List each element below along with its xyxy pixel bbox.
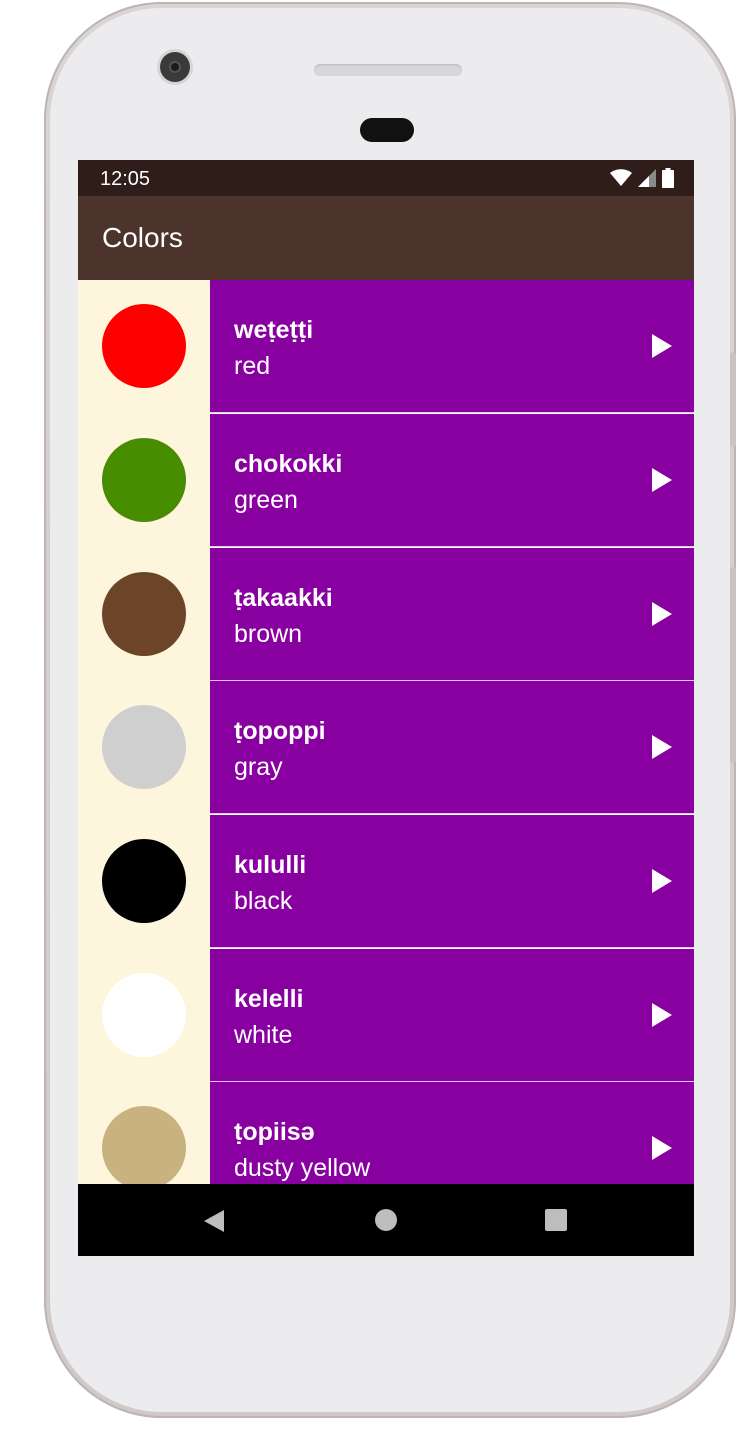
page-title: Colors xyxy=(102,222,183,253)
play-icon[interactable] xyxy=(652,1136,672,1160)
word-label: weṭeṭṭi xyxy=(234,316,314,344)
translation-label: green xyxy=(234,486,298,514)
text-cell: weṭeṭṭi red xyxy=(210,280,694,413)
text-cell: chokokki green xyxy=(210,414,694,547)
list-item[interactable]: ṭopoppi gray xyxy=(78,681,694,815)
word-label: ṭopiisə xyxy=(234,1118,315,1146)
play-icon[interactable] xyxy=(652,602,672,626)
list-item[interactable]: weṭeṭṭi red xyxy=(78,280,694,414)
translation-label: black xyxy=(234,887,293,915)
status-time: 12:05 xyxy=(100,168,151,190)
earpiece-speaker xyxy=(314,64,462,76)
app-bar: Colors xyxy=(78,196,694,280)
translation-label: gray xyxy=(234,753,283,781)
translation-label: white xyxy=(234,1021,293,1049)
translation-label: red xyxy=(234,352,271,380)
list-item[interactable]: ṭakaakki brown xyxy=(78,548,694,682)
status-bar: 12:05 xyxy=(78,160,694,196)
status-icons xyxy=(610,168,674,188)
swatch-cell xyxy=(78,280,210,414)
home-icon[interactable] xyxy=(375,1209,397,1231)
list-item[interactable]: ṭopiisə dusty yellow xyxy=(78,1082,694,1184)
wifi-icon xyxy=(610,169,632,186)
play-icon[interactable] xyxy=(652,1003,672,1027)
swatch-cell xyxy=(78,681,210,815)
front-camera xyxy=(160,52,190,82)
play-icon[interactable] xyxy=(652,869,672,893)
text-cell: ṭopiisə dusty yellow xyxy=(210,1082,694,1184)
list-item[interactable]: kelelli white xyxy=(78,949,694,1083)
color-swatch xyxy=(102,438,186,522)
play-icon[interactable] xyxy=(652,334,672,358)
power-button xyxy=(730,567,736,763)
color-swatch xyxy=(102,1106,186,1184)
swatch-cell xyxy=(78,414,210,548)
text-cell: kululli black xyxy=(210,815,694,948)
volume-button xyxy=(730,352,736,447)
back-icon[interactable] xyxy=(204,1210,224,1232)
battery-icon xyxy=(662,168,674,188)
text-cell: ṭopoppi gray xyxy=(210,681,694,814)
screen: 12:05 Colors weṭeṭṭi red chokokki green … xyxy=(78,160,694,1256)
play-icon[interactable] xyxy=(652,468,672,492)
cellular-signal-icon xyxy=(638,169,656,187)
swatch-cell xyxy=(78,548,210,682)
translation-label: dusty yellow xyxy=(234,1154,371,1182)
swatch-cell xyxy=(78,815,210,949)
text-cell: ṭakaakki brown xyxy=(210,548,694,681)
word-label: ṭakaakki xyxy=(234,584,333,612)
swatch-cell xyxy=(78,949,210,1083)
word-label: ṭopoppi xyxy=(234,717,326,745)
color-swatch xyxy=(102,572,186,656)
color-list[interactable]: weṭeṭṭi red chokokki green ṭakaakki brow… xyxy=(78,280,694,1184)
recents-icon[interactable] xyxy=(545,1209,567,1231)
color-swatch xyxy=(102,973,186,1057)
list-item[interactable]: chokokki green xyxy=(78,414,694,548)
proximity-sensor xyxy=(360,118,414,142)
color-swatch xyxy=(102,705,186,789)
list-item[interactable]: kululli black xyxy=(78,815,694,949)
word-label: kululli xyxy=(234,851,307,879)
word-label: kelelli xyxy=(234,985,304,1013)
color-swatch xyxy=(102,839,186,923)
play-icon[interactable] xyxy=(652,735,672,759)
color-swatch xyxy=(102,304,186,388)
translation-label: brown xyxy=(234,620,303,648)
word-label: chokokki xyxy=(234,450,343,478)
navigation-bar xyxy=(78,1184,694,1256)
swatch-cell xyxy=(78,1082,210,1184)
text-cell: kelelli white xyxy=(210,949,694,1082)
